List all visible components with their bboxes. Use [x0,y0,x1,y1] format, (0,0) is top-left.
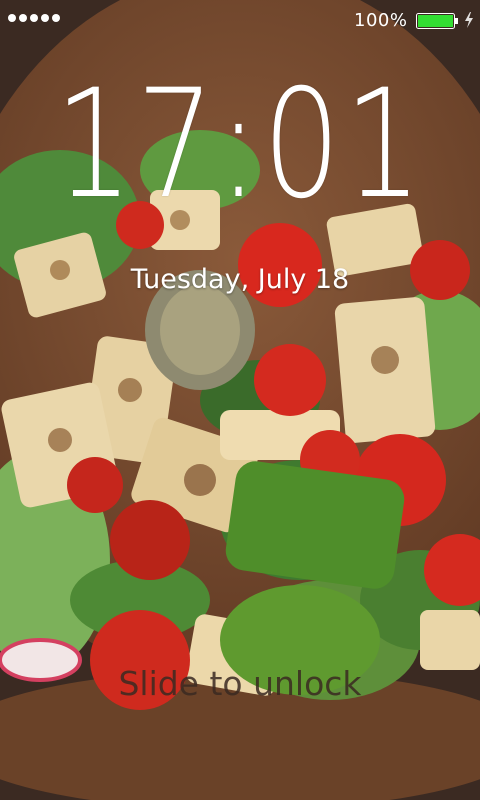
slide-to-unlock[interactable]: Slide to unlock [0,664,480,703]
battery-percentage: 100% [354,10,408,31]
battery-icon [416,13,458,29]
charging-bolt-icon [465,12,473,28]
signal-strength-icon [8,14,60,22]
clock-time: 17:01 [54,58,426,232]
lock-screen-clock: 17:01 [0,70,480,220]
lock-screen-date: Tuesday, July 18 [130,264,350,295]
status-bar: 100% [0,0,480,40]
